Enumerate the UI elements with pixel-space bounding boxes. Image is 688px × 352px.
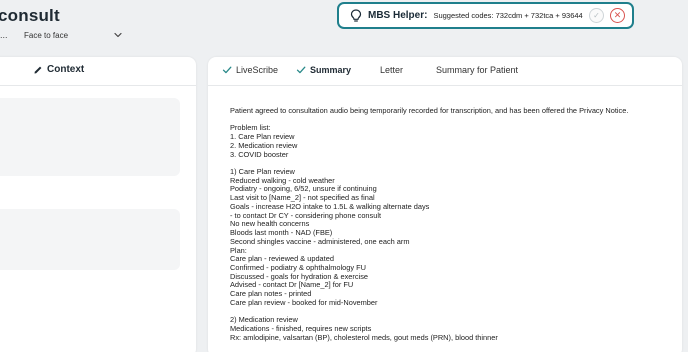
- tab-summary[interactable]: Summary: [296, 65, 351, 75]
- notes-tabs: LiveScribe Summary Letter Summary for Pa…: [208, 57, 682, 85]
- summary-blank-line: [230, 116, 676, 125]
- dismiss-codes-button[interactable]: ✕: [610, 8, 625, 23]
- mbs-helper-title: MBS Helper:: [368, 10, 428, 21]
- summary-line: Rx: amlodipine, valsartan (BP), choleste…: [230, 332, 498, 342]
- consult-type-select[interactable]: Face to face: [24, 27, 124, 43]
- check-icon: [222, 65, 232, 75]
- tab-summary-for-patient[interactable]: Summary for Patient: [436, 65, 518, 75]
- tab-summary-label: Summary: [310, 65, 352, 75]
- tab-livescribe[interactable]: LiveScribe: [222, 65, 278, 75]
- accept-codes-button[interactable]: ✓: [589, 8, 604, 23]
- check-icon: [296, 65, 306, 75]
- tab-livescribe-label: LiveScribe: [236, 65, 279, 75]
- summary-line: Care plan review - booked for mid-Novemb…: [230, 297, 378, 307]
- mbs-suggested-codes: Suggested codes: 732cdm + 732tca + 93644: [433, 11, 583, 20]
- lightbulb-icon: [350, 8, 362, 23]
- mbs-helper-banner: MBS Helper: Suggested codes: 732cdm + 73…: [337, 2, 634, 29]
- summary-line: 3. COVID booster: [230, 149, 289, 159]
- tab-letter-label: Letter: [380, 65, 404, 75]
- summary-text[interactable]: Patient agreed to consultation audio bei…: [230, 106, 676, 342]
- summary-line: Problem list:: [230, 123, 271, 133]
- chevron-down-icon: [112, 29, 124, 41]
- summary-line: Second shingles vaccine - administered, …: [230, 236, 410, 246]
- context-tab-label: Context: [47, 64, 85, 75]
- context-card[interactable]: [0, 209, 180, 270]
- divider: [208, 85, 682, 86]
- page-title: consult: [0, 6, 60, 25]
- consult-type-value: Face to face: [24, 30, 69, 40]
- tab-summary-for-patient-label: Summary for Patient: [436, 65, 519, 75]
- pencil-icon: [33, 65, 43, 75]
- context-panel: Context: [0, 57, 196, 352]
- consult-mode-truncated[interactable]: ...: [0, 30, 8, 40]
- notes-panel: LiveScribe Summary Letter Summary for Pa…: [208, 57, 682, 352]
- summary-line: Patient agreed to consultation audio bei…: [230, 106, 629, 115]
- tab-letter[interactable]: Letter: [380, 65, 403, 75]
- context-tab[interactable]: Context: [33, 64, 84, 75]
- divider: [0, 85, 196, 86]
- summary-blank-line: [230, 159, 676, 168]
- summary-line: 2. Medication review: [230, 140, 298, 150]
- context-card[interactable]: [0, 98, 180, 176]
